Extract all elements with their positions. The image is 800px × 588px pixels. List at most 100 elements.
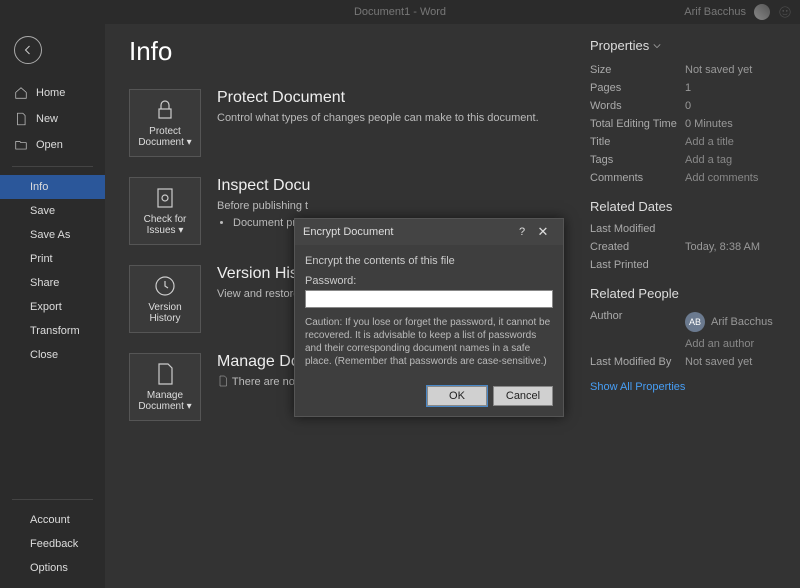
property-row: SizeNot saved yet bbox=[590, 61, 780, 79]
sidebar-item-label: Print bbox=[30, 253, 53, 265]
password-label: Password: bbox=[305, 275, 553, 287]
lock-icon bbox=[153, 98, 177, 122]
sidebar-item-label: Share bbox=[30, 277, 59, 289]
sidebar-item-account[interactable]: Account bbox=[0, 508, 105, 532]
sidebar-item-label: New bbox=[36, 113, 58, 125]
sidebar-item-transform[interactable]: Transform bbox=[0, 319, 105, 343]
section-title: Protect Document bbox=[217, 89, 590, 107]
sidebar-item-label: Close bbox=[30, 349, 58, 361]
close-icon[interactable]: ✕ bbox=[531, 224, 555, 240]
property-value: 0 bbox=[685, 100, 780, 112]
sidebar-item-label: Options bbox=[30, 562, 68, 574]
open-icon bbox=[14, 138, 28, 152]
section-title: Inspect Docu bbox=[217, 177, 590, 195]
titlebar: Document1 - Word Arif Bacchus bbox=[0, 0, 800, 24]
property-value[interactable]: Add a tag bbox=[685, 154, 780, 166]
chevron-down-icon bbox=[653, 42, 661, 50]
sidebar-item-print[interactable]: Print bbox=[0, 247, 105, 271]
sidebar-item-label: Save As bbox=[30, 229, 70, 241]
author-label: Author bbox=[590, 310, 685, 350]
property-value[interactable]: Add a title bbox=[685, 136, 780, 148]
sidebar-item-label: Feedback bbox=[30, 538, 78, 550]
property-row: TitleAdd a title bbox=[590, 133, 780, 151]
version-history-button[interactable]: Version History bbox=[129, 265, 201, 333]
date-label: Last Printed bbox=[590, 259, 685, 271]
sidebar-item-open[interactable]: Open bbox=[0, 132, 105, 158]
date-label: Created bbox=[590, 241, 685, 253]
sidebar-item-save[interactable]: Save bbox=[0, 199, 105, 223]
face-icon[interactable] bbox=[778, 5, 792, 19]
dialog-titlebar[interactable]: Encrypt Document ? ✕ bbox=[295, 219, 563, 245]
user-area: Arif Bacchus bbox=[684, 4, 792, 20]
property-row: Words0 bbox=[590, 97, 780, 115]
property-label: Tags bbox=[590, 154, 685, 166]
property-row: TagsAdd a tag bbox=[590, 151, 780, 169]
sidebar: Home New Open Info Save Save As Print Share E… bbox=[0, 24, 105, 588]
sidebar-item-close[interactable]: Close bbox=[0, 343, 105, 367]
sidebar-item-label: Open bbox=[36, 139, 63, 151]
sidebar-item-options[interactable]: Options bbox=[0, 556, 105, 580]
date-value bbox=[685, 259, 780, 271]
properties-header[interactable]: Properties bbox=[590, 38, 780, 53]
help-icon[interactable]: ? bbox=[513, 226, 531, 238]
action-label: Manage Document ▾ bbox=[134, 390, 196, 412]
new-icon bbox=[14, 112, 28, 126]
property-label: Pages bbox=[590, 82, 685, 94]
sidebar-item-label: Save bbox=[30, 205, 55, 217]
show-all-properties-link[interactable]: Show All Properties bbox=[590, 381, 685, 393]
document-title: Document1 - Word bbox=[354, 6, 446, 18]
date-label: Last Modified bbox=[590, 223, 685, 235]
date-row: Last Printed bbox=[590, 256, 780, 274]
property-label: Comments bbox=[590, 172, 685, 184]
sidebar-item-export[interactable]: Export bbox=[0, 295, 105, 319]
cancel-button[interactable]: Cancel bbox=[493, 386, 553, 406]
history-icon bbox=[153, 274, 177, 298]
properties-panel: Properties SizeNot saved yetPages1Words0… bbox=[590, 36, 780, 588]
property-value[interactable]: Add comments bbox=[685, 172, 780, 184]
property-label: Total Editing Time bbox=[590, 118, 685, 130]
property-row: Pages1 bbox=[590, 79, 780, 97]
author-avatar-icon: AB bbox=[685, 312, 705, 332]
related-people-header: Related People bbox=[590, 286, 780, 301]
property-row: Total Editing Time0 Minutes bbox=[590, 115, 780, 133]
last-modified-by-value: Not saved yet bbox=[685, 356, 780, 368]
sidebar-item-info[interactable]: Info bbox=[0, 175, 105, 199]
back-button[interactable] bbox=[14, 36, 42, 64]
home-icon bbox=[14, 86, 28, 100]
related-dates-header: Related Dates bbox=[590, 199, 780, 214]
sidebar-item-label: Account bbox=[30, 514, 70, 526]
protect-document-button[interactable]: Protect Document ▾ bbox=[129, 89, 201, 157]
sidebar-item-save-as[interactable]: Save As bbox=[0, 223, 105, 247]
document-icon bbox=[153, 362, 177, 386]
page-title: Info bbox=[129, 36, 590, 67]
property-label: Title bbox=[590, 136, 685, 148]
check-issues-button[interactable]: Check for Issues ▾ bbox=[129, 177, 201, 245]
author-name: Arif Bacchus bbox=[711, 316, 773, 328]
sidebar-item-feedback[interactable]: Feedback bbox=[0, 532, 105, 556]
divider bbox=[12, 166, 93, 167]
sidebar-item-label: Export bbox=[30, 301, 62, 313]
property-row: CommentsAdd comments bbox=[590, 169, 780, 187]
add-author[interactable]: Add an author bbox=[685, 338, 780, 350]
ok-button[interactable]: OK bbox=[427, 386, 487, 406]
property-label: Size bbox=[590, 64, 685, 76]
sidebar-item-share[interactable]: Share bbox=[0, 271, 105, 295]
section-protect: Protect Document ▾ Protect Document Cont… bbox=[129, 89, 590, 157]
property-value: Not saved yet bbox=[685, 64, 780, 76]
manage-document-button[interactable]: Manage Document ▾ bbox=[129, 353, 201, 421]
sidebar-item-label: Home bbox=[36, 87, 65, 99]
sidebar-item-home[interactable]: Home bbox=[0, 80, 105, 106]
property-value: 0 Minutes bbox=[685, 118, 780, 130]
dialog-title: Encrypt Document bbox=[303, 226, 513, 238]
action-label: Version History bbox=[134, 302, 196, 324]
sidebar-item-label: Transform bbox=[30, 325, 80, 337]
sidebar-item-new[interactable]: New bbox=[0, 106, 105, 132]
inspect-icon bbox=[153, 186, 177, 210]
username: Arif Bacchus bbox=[684, 6, 746, 18]
author-row[interactable]: AB Arif Bacchus bbox=[685, 310, 780, 334]
password-input[interactable] bbox=[305, 290, 553, 308]
date-value bbox=[685, 223, 780, 235]
date-value: Today, 8:38 AM bbox=[685, 241, 780, 253]
divider bbox=[12, 499, 93, 500]
user-avatar-icon[interactable] bbox=[754, 4, 770, 20]
